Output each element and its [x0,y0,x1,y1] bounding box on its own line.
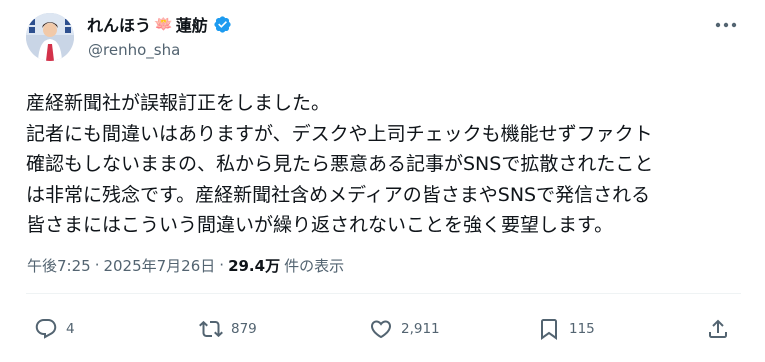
post-line: 皆さまにはこういう間違いが繰り返されないことを強く要望します。 [26,214,614,236]
post-text: 産経新聞社が誤報訂正をしました。 記者にも間違いはありますが、デスクや上司チェッ… [26,88,751,241]
divider [26,293,741,294]
avatar-image [26,13,74,61]
view-count-label: 件の表示 [284,256,345,275]
meta-separator: · [94,256,100,274]
avatar[interactable] [26,13,74,61]
post-line: 記者にも間違いはありますが、デスクや上司チェックも機能せずファクト [26,122,653,145]
post-line: 確認もしないままの、私から見たら悪意ある記事がSNSで拡散されたこと [26,153,654,175]
bookmark-icon [541,319,557,340]
action-bar: 4 879 2,911 115 [0,312,765,346]
reply-icon [35,319,57,339]
lotus-emoji: 🪷 [154,15,173,33]
post-date[interactable]: 2025年7月26日 [103,255,215,276]
verified-badge-icon[interactable] [213,15,232,34]
post-time[interactable]: 午後7:25 [27,255,91,276]
bookmark-count: 115 [569,321,595,337]
repost-count: 879 [231,321,257,337]
post-line: 産経新聞社が誤報訂正をしました。 [26,92,331,114]
like-button[interactable]: 2,911 [369,312,440,346]
reply-button[interactable]: 4 [34,312,75,346]
like-icon [370,320,392,339]
view-count[interactable]: 29.4万 [228,255,280,276]
post-line: は非常に残念です。産経新聞社含めメディアの皆さまやSNSで発信される [26,183,651,206]
user-handle[interactable]: @renho_sha [88,41,180,59]
display-name-kanji: 蓮舫 [175,16,208,35]
more-button[interactable] [711,13,741,37]
display-name[interactable]: れんほう 🪷 蓮舫 [87,13,232,35]
repost-button[interactable]: 879 [199,312,257,346]
like-count: 2,911 [401,321,440,337]
meta-separator: · [219,256,225,274]
share-button[interactable] [706,312,730,346]
reply-count: 4 [66,321,75,337]
more-icon [715,22,737,28]
post-meta: 午後7:25 · 2025年7月26日 · 29.4万 件の表示 [27,254,344,276]
display-name-text: れんほう [87,16,152,35]
repost-icon [199,320,223,338]
share-icon [709,319,727,338]
bookmark-button[interactable]: 115 [537,312,595,346]
